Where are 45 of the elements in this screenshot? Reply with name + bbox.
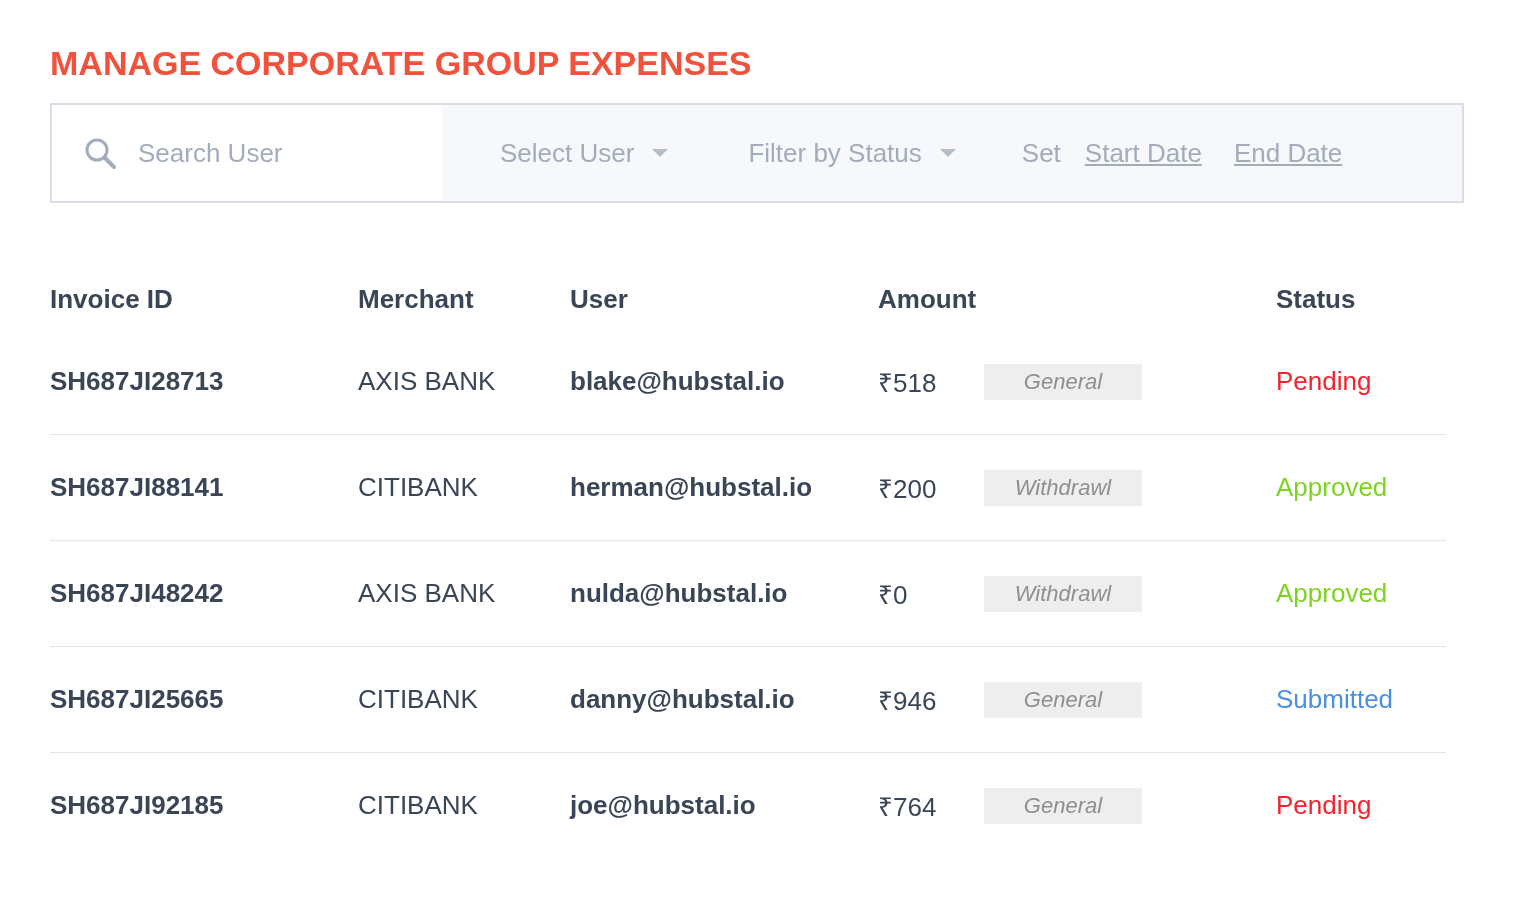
column-header: Status [1276, 282, 1357, 316]
page-title: MANAGE CORPORATE GROUP EXPENSES [50, 43, 752, 84]
expense-tag: Withdrawl [984, 575, 1142, 612]
amount: ₹518 [878, 366, 937, 400]
start-date-link[interactable]: Start Date [1084, 137, 1202, 169]
status-dropdown[interactable]: Filter by Status [748, 137, 956, 169]
expense-tag: Withdrawl [984, 469, 1142, 506]
expense-tag: General [984, 681, 1142, 718]
amount: ₹0 [878, 578, 908, 612]
user-email: blake@hubstal.io [570, 366, 785, 397]
end-date-link[interactable]: End Date [1233, 137, 1343, 169]
status-text: Pending [1276, 366, 1372, 397]
amount: ₹200 [878, 472, 937, 506]
user-email: joe@hubstal.io [570, 790, 756, 821]
search-field[interactable]: Search User [136, 136, 420, 170]
status-text: Approved [1276, 578, 1388, 609]
column-header: User [570, 282, 629, 316]
merchant-name: AXIS BANK [358, 366, 496, 397]
invoice-id: SH687JI88141 [50, 472, 224, 503]
merchant-name: AXIS BANK [358, 578, 496, 609]
status-text: Approved [1276, 472, 1388, 503]
invoice-id: SH687JI25665 [50, 684, 224, 715]
user-email: danny@hubstal.io [570, 684, 795, 715]
amount: ₹764 [878, 790, 937, 824]
user-dropdown[interactable]: Select User [500, 137, 669, 169]
merchant-name: CITIBANK [358, 472, 478, 503]
caret-icon [652, 149, 669, 157]
user-email: herman@hubstal.io [570, 472, 813, 503]
date-label: Set [1021, 137, 1061, 169]
amount: ₹946 [878, 684, 937, 718]
expense-tag: General [984, 363, 1142, 400]
invoice-id: SH687JI92185 [50, 790, 224, 821]
merchant-name: CITIBANK [358, 790, 478, 821]
user-email: nulda@hubstal.io [570, 578, 788, 609]
merchant-name: CITIBANK [358, 684, 478, 715]
invoice-id: SH687JI48242 [50, 578, 224, 609]
column-header: Invoice ID [50, 282, 174, 316]
status-text: Submitted [1276, 684, 1394, 715]
column-header: Amount [878, 282, 978, 316]
caret-icon [939, 149, 956, 157]
status-text: Pending [1276, 790, 1372, 821]
column-header: Merchant [358, 282, 475, 316]
expense-tag: General [984, 787, 1142, 824]
invoice-id: SH687JI28713 [50, 366, 224, 397]
search-icon [84, 137, 116, 169]
